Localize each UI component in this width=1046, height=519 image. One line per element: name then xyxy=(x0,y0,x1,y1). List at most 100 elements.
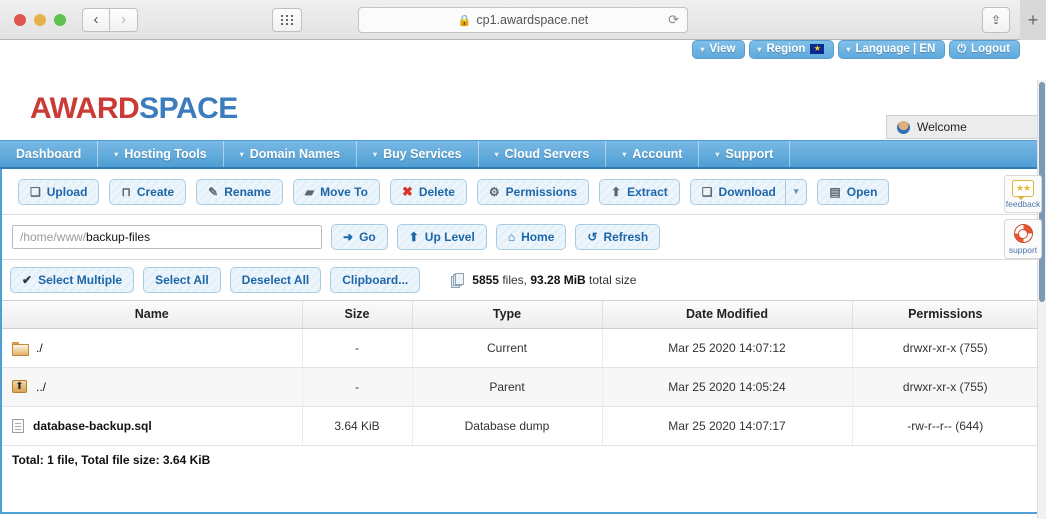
create-button[interactable]: ⊓ Create xyxy=(109,179,186,205)
cell-size: - xyxy=(302,367,412,406)
rename-button[interactable]: ✎ Rename xyxy=(196,179,283,205)
url-text: cp1.awardspace.net xyxy=(476,13,588,27)
nav-item-cloud-servers[interactable]: ▾ Cloud Servers xyxy=(479,141,607,167)
maximize-window-button[interactable] xyxy=(54,14,66,26)
nav-item-buy-services[interactable]: ▾ Buy Services xyxy=(357,141,479,167)
welcome-label: Welcome xyxy=(917,120,967,134)
move-to-button[interactable]: ▰ Move To xyxy=(293,179,380,205)
table-row[interactable]: database-backup.sql 3.64 KiB Database du… xyxy=(2,406,1038,445)
forward-icon[interactable]: › xyxy=(110,8,138,32)
clipboard-button[interactable]: Clipboard... xyxy=(330,267,420,293)
avatar xyxy=(897,121,910,134)
upload-button-label: Upload xyxy=(47,185,88,199)
file-statistics: 5855 files, 93.28 MiB total size xyxy=(451,273,636,288)
nav-item-hosting-tools[interactable]: ▾ Hosting Tools xyxy=(98,141,223,167)
go-button[interactable]: ➜ Go xyxy=(331,224,388,250)
support-label: support xyxy=(1009,245,1037,255)
support-button[interactable]: support xyxy=(1004,219,1042,259)
column-header-modified[interactable]: Date Modified xyxy=(602,301,852,328)
file-name: ./ xyxy=(36,341,43,355)
nav-item-support[interactable]: ▾ Support xyxy=(699,141,790,167)
chevron-down-icon: ▾ xyxy=(240,150,244,159)
cell-type: Parent xyxy=(412,367,602,406)
cell-type: Database dump xyxy=(412,406,602,445)
permissions-button[interactable]: ⚙ Permissions xyxy=(477,179,589,205)
minimize-window-button[interactable] xyxy=(34,14,46,26)
nav-item-label: Buy Services xyxy=(383,147,462,161)
download-button[interactable]: ❏ Download xyxy=(690,179,785,205)
go-button-label: Go xyxy=(359,230,376,244)
chevron-down-icon: ▾ xyxy=(114,150,118,159)
new-tab-button[interactable]: + xyxy=(1020,0,1046,40)
column-header-permissions[interactable]: Permissions xyxy=(852,301,1038,328)
select-multiple-button[interactable]: ✔ Select Multiple xyxy=(10,267,134,293)
file-toolbar: ❏ Upload ⊓ Create ✎ Rename ▰ Move To ✖ D… xyxy=(2,169,1038,215)
open-button[interactable]: ▤ Open xyxy=(817,179,889,205)
side-rail: ★★ feedback support xyxy=(1004,175,1042,265)
star-bubble-icon: ★★ xyxy=(1012,180,1034,197)
share-icon[interactable]: ⇪ xyxy=(982,7,1010,33)
back-icon[interactable]: ‹ xyxy=(82,8,110,32)
up-level-button[interactable]: ⬆ Up Level xyxy=(397,224,487,250)
delete-x-icon: ✖ xyxy=(402,185,413,198)
select-all-button[interactable]: Select All xyxy=(143,267,221,293)
folder-icon xyxy=(12,342,27,354)
upload-icon: ❏ xyxy=(30,186,41,198)
main-navigation: Dashboard ▾ Hosting Tools ▾ Domain Names… xyxy=(0,140,1046,169)
gear-icon: ⚙ xyxy=(489,186,500,198)
deselect-all-button[interactable]: Deselect All xyxy=(230,267,322,293)
feedback-button[interactable]: ★★ feedback xyxy=(1004,175,1042,213)
address-bar[interactable]: 🔒 cp1.awardspace.net ⟳ xyxy=(358,7,688,33)
language-button-label: Language | EN xyxy=(855,43,935,55)
column-header-size[interactable]: Size xyxy=(302,301,412,328)
logo-space-text: SPACE xyxy=(139,92,238,125)
nav-item-label: Domain Names xyxy=(250,147,340,161)
download-dropdown-toggle[interactable]: ▾ xyxy=(785,179,808,205)
delete-button[interactable]: ✖ Delete xyxy=(390,179,467,205)
refresh-icon: ↺ xyxy=(587,231,597,243)
view-button[interactable]: ▾ View xyxy=(692,40,745,59)
cell-size: - xyxy=(302,328,412,367)
path-input[interactable]: /home/www/backup-files xyxy=(12,225,322,249)
upload-button[interactable]: ❏ Upload xyxy=(18,179,99,205)
lock-icon: 🔒 xyxy=(458,14,472,27)
total-size: 93.28 MiB xyxy=(530,273,585,287)
path-prefix: /home/www/ xyxy=(20,230,86,244)
path-current: backup-files xyxy=(86,230,150,244)
file-list-table: Name Size Type Date Modified Permissions… xyxy=(2,301,1038,446)
table-row[interactable]: ./ - Current Mar 25 2020 14:07:12 drwxr-… xyxy=(2,328,1038,367)
select-multiple-label: Select Multiple xyxy=(38,273,122,287)
total-summary: Total: 1 file, Total file size: 3.64 KiB xyxy=(2,446,1038,475)
home-button[interactable]: ⌂ Home xyxy=(496,224,567,250)
table-row[interactable]: ../ - Parent Mar 25 2020 14:05:24 drwxr-… xyxy=(2,367,1038,406)
browser-nav-buttons: ‹ › xyxy=(82,8,138,32)
language-button[interactable]: ▾ Language | EN xyxy=(838,40,945,59)
chevron-down-icon: ▾ xyxy=(373,150,377,159)
arrow-right-icon: ➜ xyxy=(343,231,353,243)
cell-name[interactable]: ../ xyxy=(2,367,302,406)
column-header-name[interactable]: Name xyxy=(2,301,302,328)
cell-name[interactable]: database-backup.sql xyxy=(2,406,302,445)
nav-item-dashboard[interactable]: Dashboard xyxy=(0,141,98,167)
logout-button[interactable]: ⏻ Logout xyxy=(949,40,1020,59)
nav-item-domain-names[interactable]: ▾ Domain Names xyxy=(224,141,357,167)
download-button-label: Download xyxy=(719,185,776,199)
page-scrollbar[interactable] xyxy=(1037,80,1046,519)
reload-icon[interactable]: ⟳ xyxy=(668,12,679,28)
region-button[interactable]: ▾ Region xyxy=(749,40,834,59)
selection-bar: ✔ Select Multiple Select All Deselect Al… xyxy=(2,260,1038,301)
nav-item-label: Hosting Tools xyxy=(124,147,206,161)
grid-icon[interactable] xyxy=(272,8,302,32)
site-logo[interactable]: AWARDSPACE xyxy=(30,92,238,126)
close-window-button[interactable] xyxy=(14,14,26,26)
home-button-label: Home xyxy=(521,230,554,244)
rename-button-label: Rename xyxy=(224,185,271,199)
nav-item-account[interactable]: ▾ Account xyxy=(606,141,699,167)
extract-button-label: Extract xyxy=(627,185,668,199)
cell-name[interactable]: ./ xyxy=(2,328,302,367)
up-level-button-label: Up Level xyxy=(425,230,475,244)
refresh-button[interactable]: ↺ Refresh xyxy=(575,224,660,250)
column-header-type[interactable]: Type xyxy=(412,301,602,328)
extract-button[interactable]: ⬆ Extract xyxy=(599,179,680,205)
table-header-row: Name Size Type Date Modified Permissions xyxy=(2,301,1038,328)
